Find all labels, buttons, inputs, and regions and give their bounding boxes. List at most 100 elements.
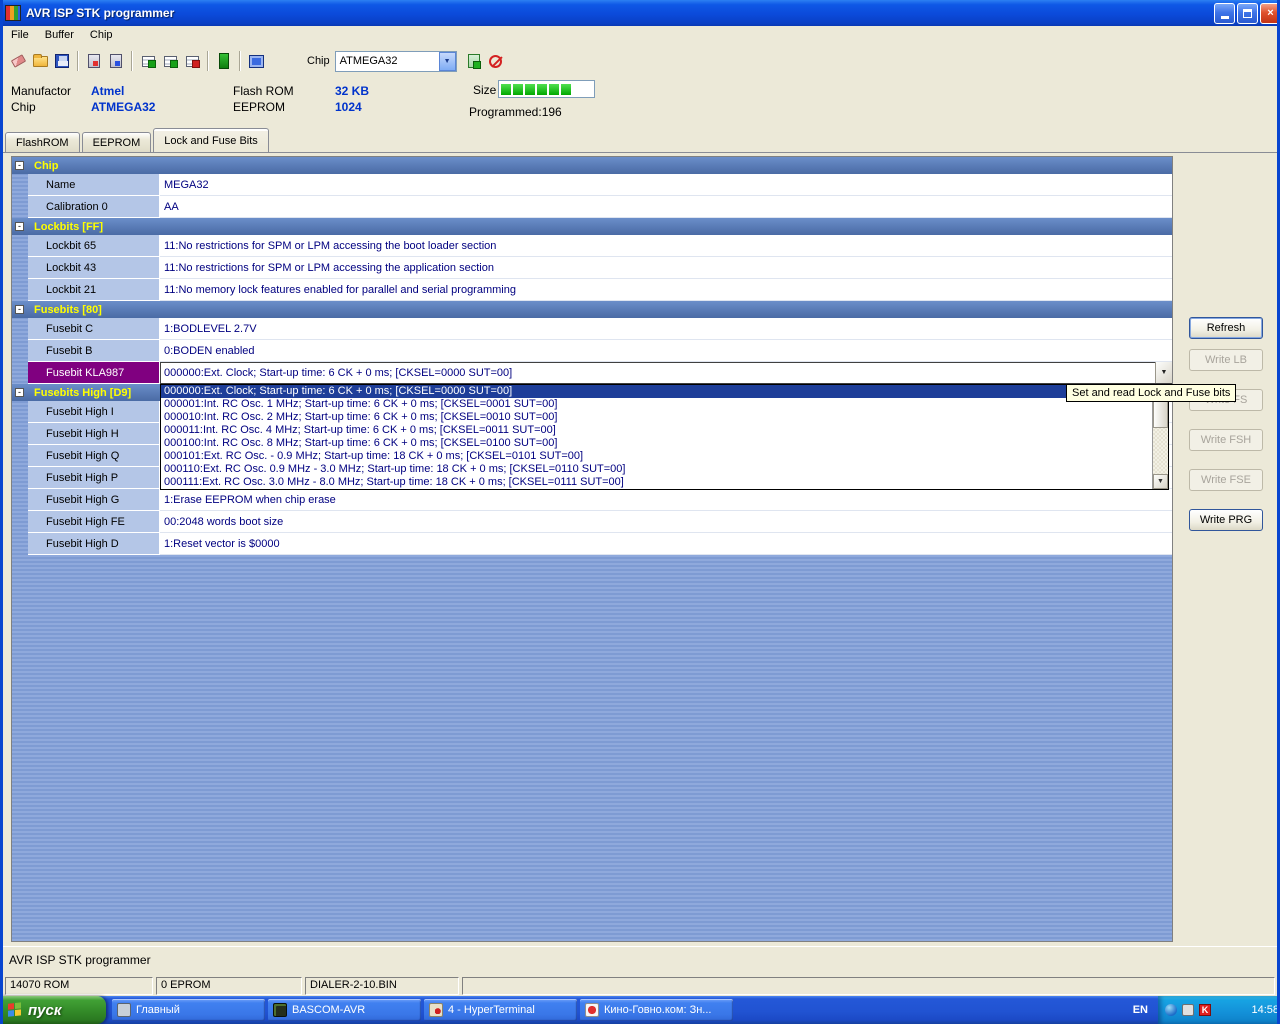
read-flash-icon[interactable]	[138, 51, 158, 71]
write-eeprom-icon[interactable]	[106, 51, 126, 71]
row-value-name[interactable]: MEGA32	[160, 174, 1172, 196]
content-area: - Chip Name MEGA32 Calibration 0 AA - Lo…	[3, 152, 1277, 946]
dropdown-item[interactable]: 000000:Ext. Clock; Start-up time: 6 CK +…	[161, 385, 1152, 398]
open-file-icon[interactable]	[30, 51, 50, 71]
window-icon	[117, 1003, 131, 1017]
tray-antivirus-icon[interactable]	[1199, 1004, 1211, 1016]
row-label-lockbit-21: Lockbit 21	[28, 279, 160, 301]
close-button[interactable]: ×	[1260, 3, 1280, 24]
dropdown-item[interactable]: 000001:Int. RC Osc. 1 MHz; Start-up time…	[161, 398, 1152, 411]
eeprom-value: 1024	[335, 100, 362, 114]
row-value-lockbit-21[interactable]: 11:No memory lock features enabled for p…	[160, 279, 1172, 301]
taskbar-task-bascom-avr[interactable]: BASCOM-AVR	[268, 999, 421, 1021]
application-window: AVR ISP STK programmer × File Buffer Chi…	[0, 0, 1280, 1024]
scroll-down-icon[interactable]: ▼	[1153, 474, 1168, 489]
tab-flashrom[interactable]: FlashROM	[5, 132, 80, 152]
row-label-fusebit-high-q: Fusebit High Q	[28, 445, 160, 467]
row-value-fusebit-high-fe[interactable]: 00:2048 words boot size	[160, 511, 1172, 533]
section-title: Fusebits [80]	[34, 304, 102, 316]
chip-label: Chip	[11, 100, 36, 114]
toolbar-separator	[239, 51, 241, 71]
tab-eeprom[interactable]: EEPROM	[82, 132, 152, 152]
cksel-dropdown-list: 000000:Ext. Clock; Start-up time: 6 CK +…	[160, 384, 1169, 490]
flashrom-label: Flash ROM	[233, 84, 294, 98]
verify-buffer-icon[interactable]	[182, 51, 202, 71]
taskbar: пуск Главный BASCOM-AVR 4 - HyperTermina…	[0, 996, 1280, 1024]
programmed-label: Programmed:196	[469, 105, 562, 119]
row-label-fusebit-high-p: Fusebit High P	[28, 467, 160, 489]
fuse-grid: - Chip Name MEGA32 Calibration 0 AA - Lo…	[11, 156, 1173, 942]
start-button[interactable]: пуск	[0, 996, 106, 1024]
taskbar-task-glavny[interactable]: Главный	[112, 999, 265, 1021]
language-indicator[interactable]: EN	[1123, 1004, 1158, 1016]
refresh-button[interactable]: Refresh	[1189, 317, 1263, 339]
chevron-down-icon: ▼	[1161, 369, 1168, 376]
collapse-icon[interactable]: -	[15, 161, 24, 170]
windows-logo-icon	[8, 1002, 22, 1017]
save-file-icon[interactable]	[52, 51, 72, 71]
taskbar-clock[interactable]: 14:58	[1251, 1004, 1279, 1016]
write-lb-button[interactable]: Write LB	[1189, 349, 1263, 371]
menu-buffer[interactable]: Buffer	[37, 27, 82, 43]
menu-chip[interactable]: Chip	[82, 27, 121, 43]
section-header-chip: - Chip	[12, 157, 1172, 174]
row-label-fusebit-b: Fusebit B	[28, 340, 160, 362]
compare-buffers-icon[interactable]	[246, 51, 266, 71]
row-value-fusebit-high-d[interactable]: 1:Reset vector is $0000	[160, 533, 1172, 555]
write-flash-icon[interactable]	[84, 51, 104, 71]
maximize-button[interactable]	[1237, 3, 1258, 24]
row-label-calibration: Calibration 0	[28, 196, 160, 218]
tab-lock-and-fuse-bits[interactable]: Lock and Fuse Bits	[153, 128, 269, 152]
row-value-fusebit-high-g[interactable]: 1:Erase EEPROM when chip erase	[160, 489, 1172, 511]
window-title: AVR ISP STK programmer	[26, 6, 174, 20]
dropdown-item[interactable]: 000100:Int. RC Osc. 8 MHz; Start-up time…	[161, 437, 1152, 450]
close-icon: ×	[1267, 7, 1273, 19]
row-label-fusebit-high-i: Fusebit High I	[28, 401, 160, 423]
tray-messenger-icon[interactable]	[1165, 1004, 1177, 1016]
write-fsh-button[interactable]: Write FSH	[1189, 429, 1263, 451]
chip-select[interactable]: ATMEGA32 ▼	[335, 51, 457, 72]
combobox-dropdown-button[interactable]: ▼	[1155, 362, 1172, 383]
tray-keyboard-icon[interactable]	[1182, 1004, 1194, 1016]
write-prg-button[interactable]: Write PRG	[1189, 509, 1263, 531]
row-label-fusebit-kla987: Fusebit KLA987	[28, 362, 160, 384]
section-title: Fusebits High [D9]	[34, 387, 131, 399]
row-value-calibration[interactable]: AA	[160, 196, 1172, 218]
dropdown-item[interactable]: 000010:Int. RC Osc. 2 MHz; Start-up time…	[161, 411, 1152, 424]
table-row: Lockbit 65 11:No restrictions for SPM or…	[12, 235, 1172, 257]
row-label-name: Name	[28, 174, 160, 196]
row-value-fusebit-c[interactable]: 1:BODLEVEL 2.7V	[160, 318, 1172, 340]
dropdown-item[interactable]: 000011:Int. RC Osc. 4 MHz; Start-up time…	[161, 424, 1152, 437]
scrollbar-thumb[interactable]	[1153, 400, 1168, 428]
table-row: Lockbit 43 11:No restrictions for SPM or…	[12, 257, 1172, 279]
size-progress	[498, 80, 595, 98]
taskbar-task-hyperterminal[interactable]: 4 - HyperTerminal	[424, 999, 577, 1021]
menu-file[interactable]: File	[3, 27, 37, 43]
table-row: Fusebit High D 1:Reset vector is $0000	[12, 533, 1172, 555]
row-value-lockbit-43[interactable]: 11:No restrictions for SPM or LPM access…	[160, 257, 1172, 279]
collapse-icon[interactable]: -	[15, 305, 24, 314]
chevron-down-icon[interactable]: ▼	[439, 52, 456, 71]
row-label-fusebit-high-g: Fusebit High G	[28, 489, 160, 511]
taskbar-task-browser[interactable]: Кино-Говно.ком: Зн...	[580, 999, 733, 1021]
table-row: Fusebit KLA987 000000:Ext. Clock; Start-…	[12, 362, 1172, 384]
collapse-icon[interactable]: -	[15, 222, 24, 231]
fusebit-kla987-combobox[interactable]: 000000:Ext. Clock; Start-up time: 6 CK +…	[160, 362, 1172, 384]
device-info-panel: Manufactor Chip Atmel ATMEGA32 Flash ROM…	[3, 78, 1277, 128]
collapse-icon[interactable]: -	[15, 388, 24, 397]
check-signature-icon[interactable]	[464, 51, 484, 71]
eeprom-label: EEPROM	[233, 100, 285, 114]
cancel-icon[interactable]	[486, 51, 506, 71]
minimize-button[interactable]	[1214, 3, 1235, 24]
chip-select-label: Chip	[307, 55, 330, 67]
row-value-lockbit-65[interactable]: 11:No restrictions for SPM or LPM access…	[160, 235, 1172, 257]
status-cell-eprom: 0 EPROM	[156, 977, 302, 995]
write-fse-button[interactable]: Write FSE	[1189, 469, 1263, 491]
erase-buffer-icon[interactable]	[8, 51, 28, 71]
dropdown-item[interactable]: 000110:Ext. RC Osc. 0.9 MHz - 3.0 MHz; S…	[161, 463, 1152, 476]
read-eeprom-icon[interactable]	[160, 51, 180, 71]
dropdown-item[interactable]: 000101:Ext. RC Osc. - 0.9 MHz; Start-up …	[161, 450, 1152, 463]
dropdown-item[interactable]: 000111:Ext. RC Osc. 3.0 MHz - 8.0 MHz; S…	[161, 476, 1152, 489]
auto-program-icon[interactable]	[214, 51, 234, 71]
row-value-fusebit-b[interactable]: 0:BODEN enabled	[160, 340, 1172, 362]
